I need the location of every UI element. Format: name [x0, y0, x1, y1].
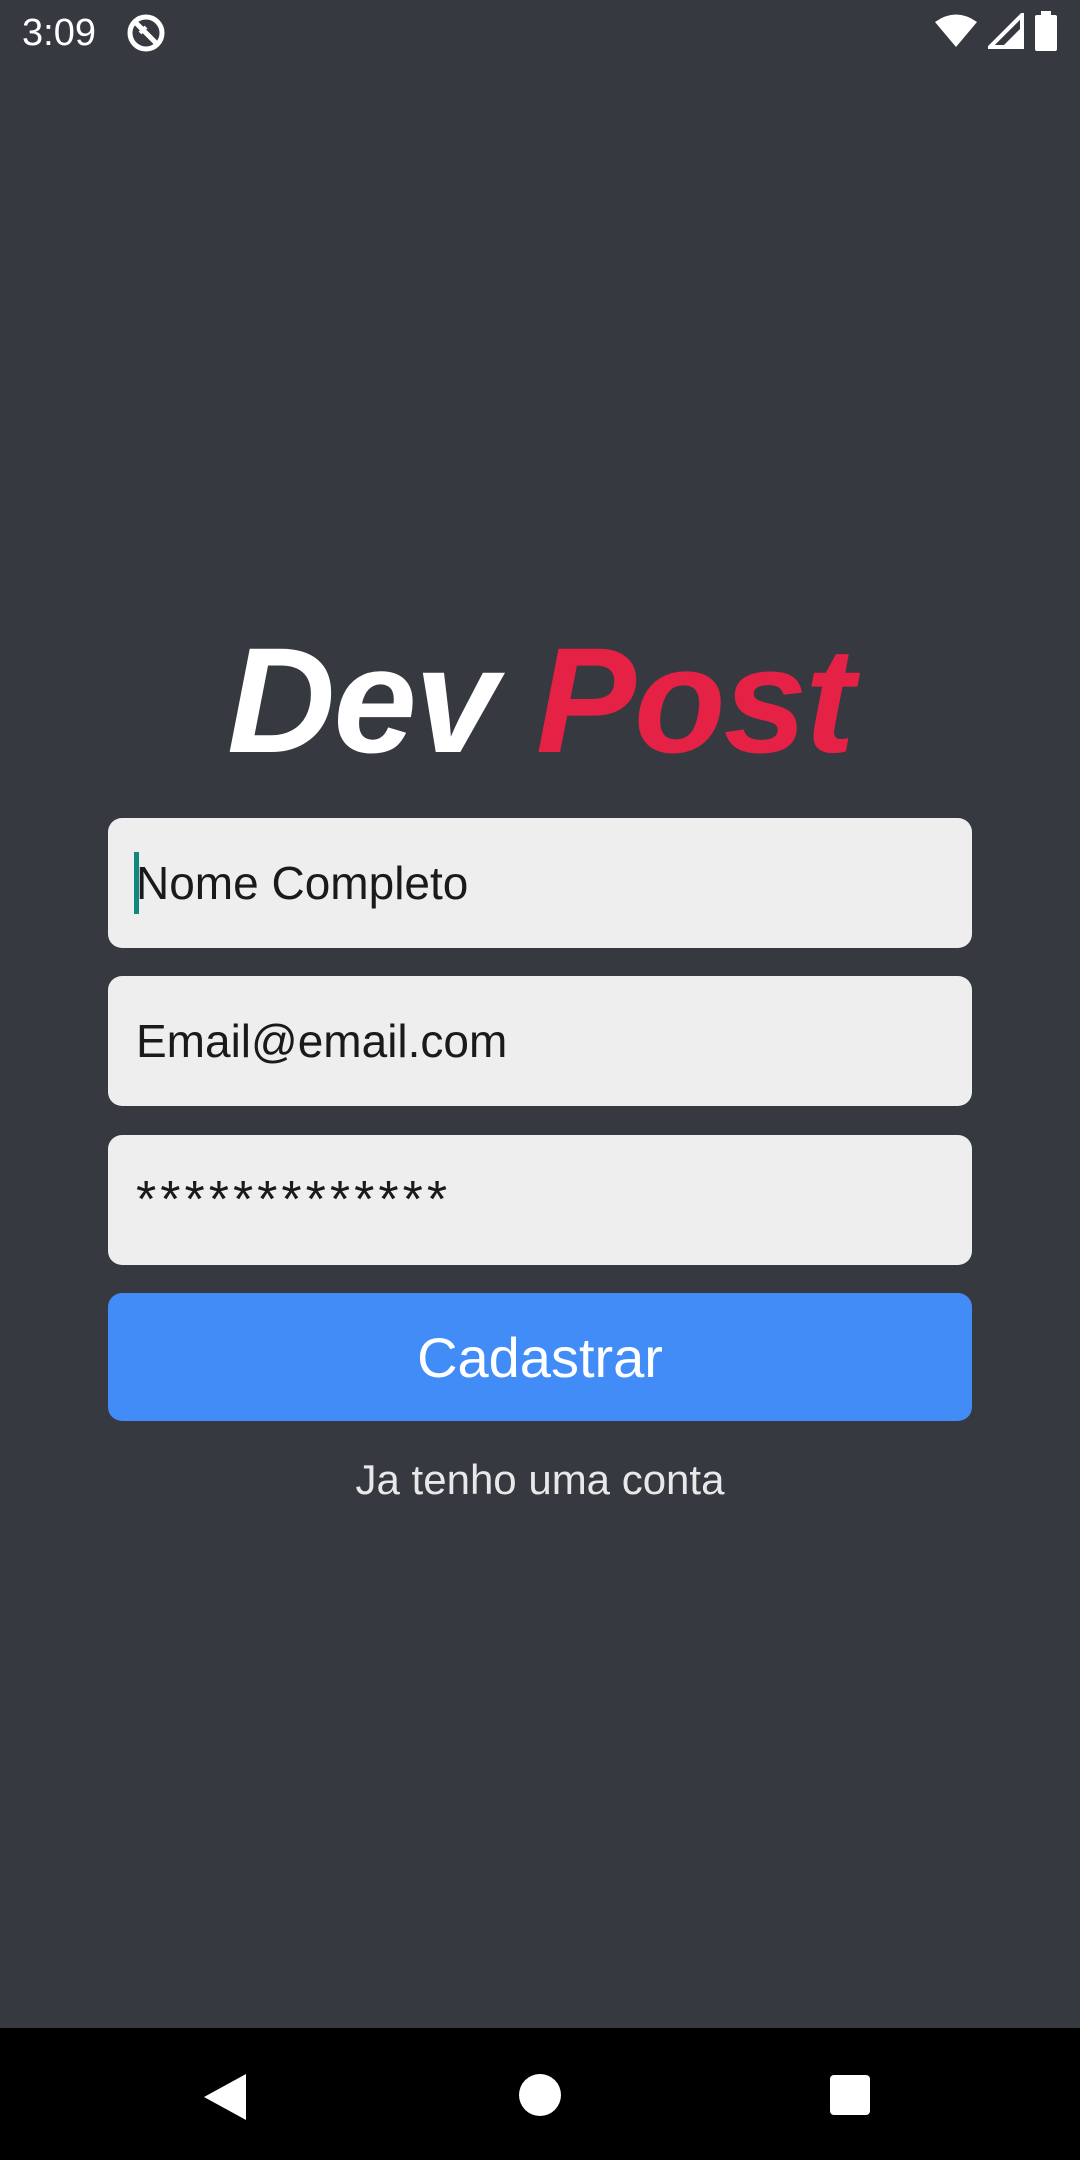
battery-icon [1034, 10, 1058, 56]
logo-dev-text: Dev [227, 616, 498, 784]
signal-icon [985, 9, 1024, 54]
wifi-icon [934, 13, 978, 54]
email-placeholder: Email@email.com [136, 1015, 508, 1067]
logo-post-text: Post [535, 616, 855, 784]
home-icon[interactable] [519, 2074, 561, 2116]
full-name-input[interactable]: Nome Completo [108, 818, 972, 948]
back-icon[interactable] [202, 2072, 248, 2122]
full-name-placeholder: Nome Completo [136, 857, 469, 909]
navigation-bar [0, 2028, 1080, 2160]
recents-icon[interactable] [830, 2075, 870, 2115]
status-bar: 3:09 [0, 0, 1080, 66]
register-button[interactable]: Cadastrar [108, 1293, 972, 1421]
status-time: 3:09 [22, 12, 96, 54]
app-notification-icon [126, 13, 166, 53]
register-button-label: Cadastrar [417, 1325, 663, 1389]
email-input[interactable]: Email@email.com [108, 976, 972, 1106]
app-logo: Dev Post [0, 620, 1080, 780]
status-icons [934, 9, 1058, 56]
password-placeholder: ************* [136, 1171, 452, 1229]
text-cursor [134, 852, 139, 914]
signup-screen: 3:09 Dev Post Nome Completo Email@email.… [0, 0, 1080, 2160]
login-link[interactable]: Ja tenho uma conta [0, 1452, 1080, 1508]
password-input[interactable]: ************* [108, 1135, 972, 1265]
